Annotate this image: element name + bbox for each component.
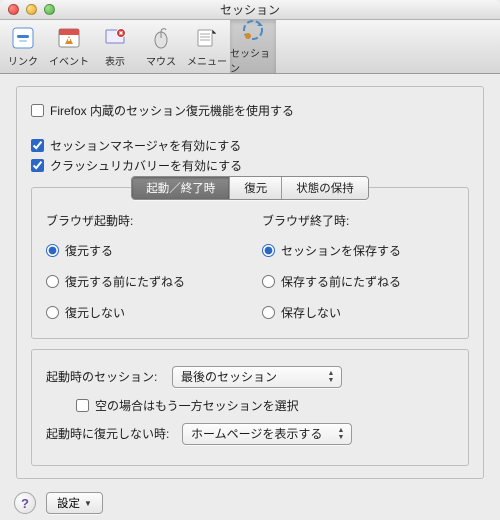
minimize-button[interactable] [26,4,37,15]
toolbar-item-events[interactable]: イベント [46,20,92,73]
startup-none[interactable]: 復元しない [46,304,238,321]
checkbox-label: Firefox 内蔵のセッション復元機能を使用する [50,102,294,119]
updown-icon: ▲▼ [325,369,337,385]
toolbar: リンク イベント 表示 マウス メニュー [0,20,500,74]
toolbar-label: 表示 [105,53,125,68]
traffic-lights [8,4,55,15]
radio-input[interactable] [46,306,59,319]
close-button[interactable] [8,4,19,15]
radio-label: 保存する前にたずねる [281,273,401,290]
menu-icon [194,25,220,51]
checkbox-label: セッションマネージャを有効にする [50,137,241,154]
checkbox-input[interactable] [76,399,89,412]
startup-shutdown-group: 起動／終了時 復元 状態の保持 ブラウザ起動時: 復元する [31,187,469,339]
select-value: 最後のセッション [181,368,277,385]
tab-restore[interactable]: 復元 [230,177,282,199]
select-value: ホームページを表示する [191,425,322,442]
link-icon [10,25,36,51]
startup-session-label: 起動時のセッション: [46,368,164,385]
shutdown-title: ブラウザ終了時: [262,212,454,229]
radio-input[interactable] [262,275,275,288]
toolbar-item-mouse[interactable]: マウス [138,20,184,73]
checkbox-label: クラッシュリカバリーを有効にする [50,157,242,174]
settings-menu-button[interactable]: 設定 ▼ [46,492,103,514]
top-options-group: Firefox 内蔵のセッション復元機能を使用する セッションマネージャを有効に… [16,86,484,479]
mouse-icon [148,25,174,51]
shutdown-ask[interactable]: 保存する前にたずねる [262,273,454,290]
shutdown-save[interactable]: セッションを保存する [262,242,454,259]
chevron-down-icon: ▼ [84,499,92,508]
checkbox-input[interactable] [31,139,44,152]
toolbar-item-display[interactable]: 表示 [92,20,138,73]
toolbar-label: セッション [230,45,276,75]
session-selection-group: 起動時のセッション: 最後のセッション ▲▼ 空の場合はもう一方セッションを選択… [31,349,469,466]
radio-input[interactable] [46,275,59,288]
radio-label: 保存しない [281,304,341,321]
calendar-alert-icon [56,25,82,51]
enable-session-manager-checkbox[interactable]: セッションマネージャを有効にする [31,137,469,154]
radio-label: 復元する前にたずねる [65,273,185,290]
startup-ask[interactable]: 復元する前にたずねる [46,273,238,290]
preferences-window: セッション リンク イベント 表示 マウス [0,0,500,520]
updown-icon: ▲▼ [335,426,347,442]
checkbox-input[interactable] [31,104,44,117]
startup-session-select[interactable]: 最後のセッション ▲▼ [172,366,342,388]
enable-crash-recovery-checkbox[interactable]: クラッシュリカバリーを有効にする [31,157,469,174]
radio-label: セッションを保存する [281,242,401,259]
display-icon [102,25,128,51]
toolbar-label: マウス [146,53,176,68]
startup-restore[interactable]: 復元する [46,242,238,259]
button-label: 設定 [57,495,80,511]
tab-startup-shutdown[interactable]: 起動／終了時 [132,177,230,199]
window-title: セッション [0,1,500,18]
toolbar-label: リンク [8,53,38,68]
toolbar-item-links[interactable]: リンク [0,20,46,73]
footer: ? 設定 ▼ [0,487,500,520]
startup-radio-group: ブラウザ起動時: 復元する 復元する前にたずねる 復元しない [46,212,238,324]
radio-input[interactable] [262,306,275,319]
no-restore-label: 起動時に復元しない時: [46,425,174,442]
question-icon: ? [21,496,29,511]
checkbox-input[interactable] [31,159,44,172]
content-area: Firefox 内蔵のセッション復元機能を使用する セッションマネージャを有効に… [0,74,500,487]
zoom-button[interactable] [44,4,55,15]
titlebar: セッション [0,0,500,20]
shutdown-radio-group: ブラウザ終了時: セッションを保存する 保存する前にたずねる 保存しない [262,212,454,324]
radio-label: 復元しない [65,304,125,321]
radio-input[interactable] [46,244,59,257]
no-restore-select[interactable]: ホームページを表示する ▲▼ [182,423,352,445]
startup-title: ブラウザ起動時: [46,212,238,229]
radio-label: 復元する [65,242,113,259]
toolbar-label: メニュー [187,53,227,68]
toolbar-item-menu[interactable]: メニュー [184,20,230,73]
subtab-segmented-control: 起動／終了時 復元 状態の保持 [131,176,369,200]
toolbar-label: イベント [49,53,89,68]
radio-input[interactable] [262,244,275,257]
toolbar-item-session[interactable]: セッション [230,20,276,73]
empty-fallback-checkbox[interactable]: 空の場合はもう一方セッションを選択 [76,397,299,414]
session-icon [240,17,266,43]
checkbox-label: 空の場合はもう一方セッションを選択 [95,397,299,414]
tab-state[interactable]: 状態の保持 [282,177,368,199]
help-button[interactable]: ? [14,492,36,514]
shutdown-none[interactable]: 保存しない [262,304,454,321]
use-firefox-builtin-checkbox[interactable]: Firefox 内蔵のセッション復元機能を使用する [31,102,469,119]
